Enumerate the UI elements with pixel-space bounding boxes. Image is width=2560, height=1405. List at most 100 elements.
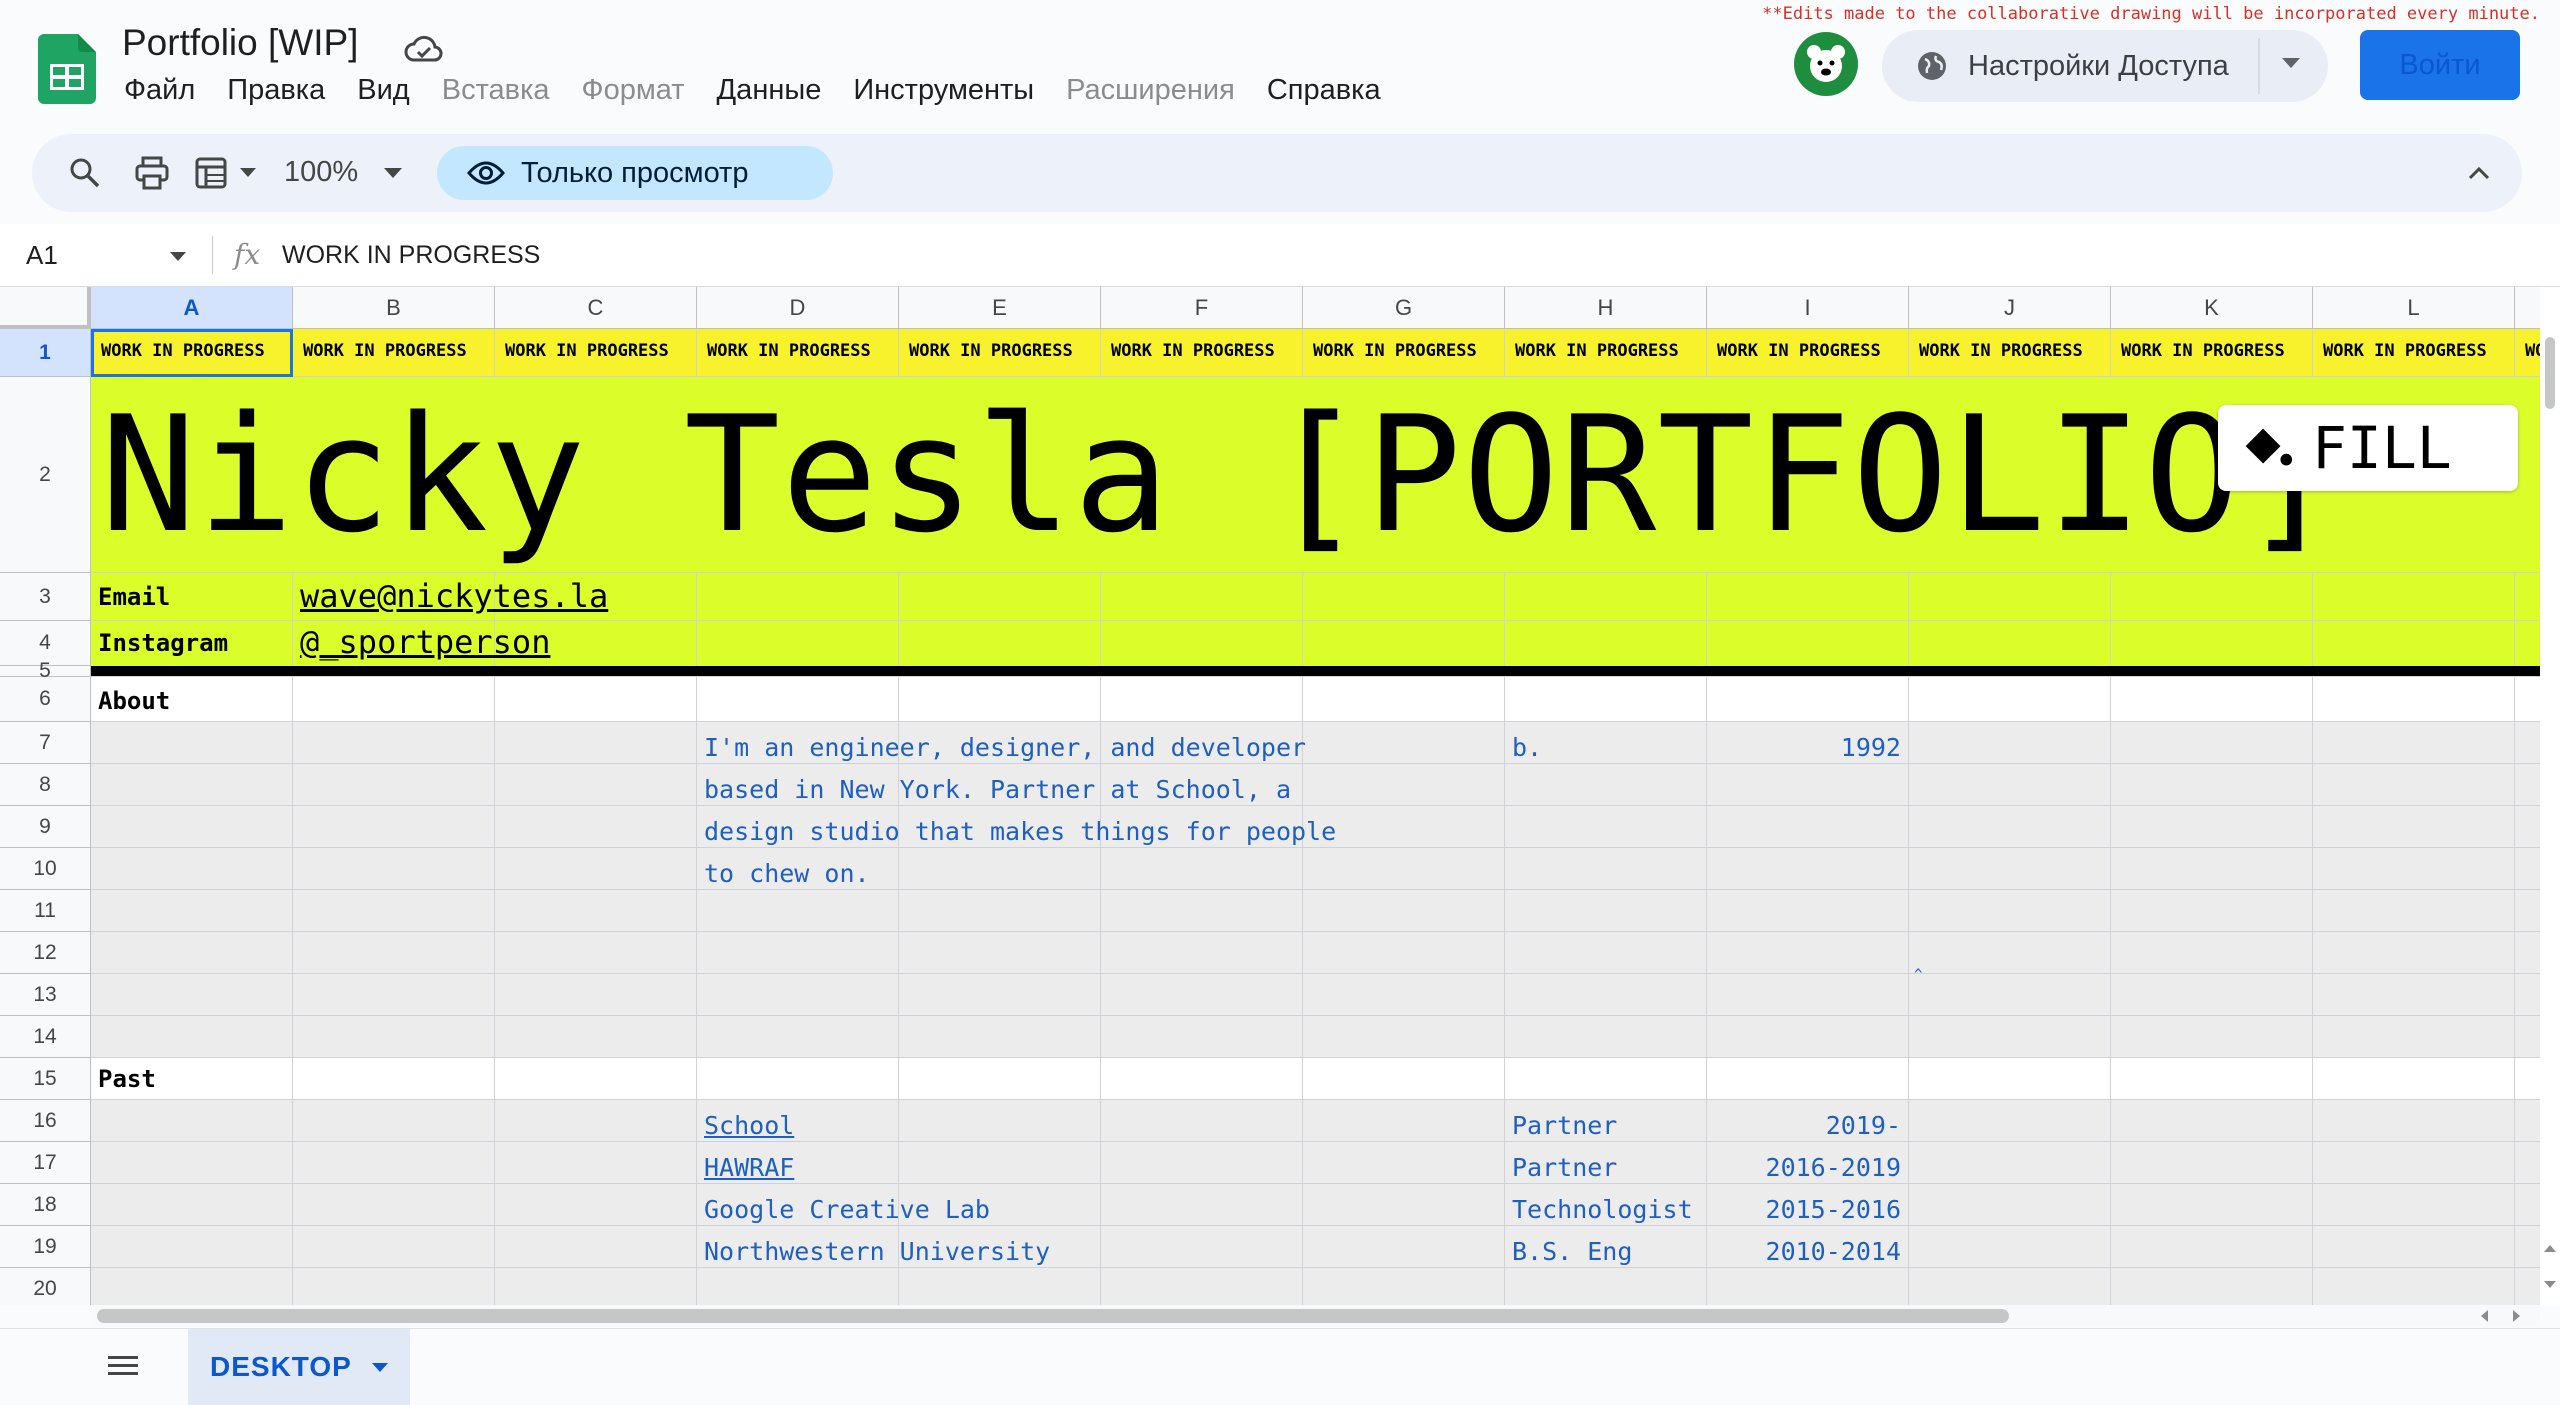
row-header-9[interactable]: 9 <box>0 806 91 848</box>
menu-item[interactable]: Формат <box>582 74 685 107</box>
chevron-down-icon[interactable] <box>240 168 256 177</box>
collab-notice: **Edits made to the collaborative drawin… <box>1762 4 2540 24</box>
chevron-up-icon[interactable] <box>2464 158 2494 188</box>
google-sheets-logo[interactable] <box>38 34 96 104</box>
email-link[interactable]: wave@nickytes.la <box>300 577 608 615</box>
menu-item[interactable]: Файл <box>124 74 195 107</box>
menu-item[interactable]: Правка <box>227 74 325 107</box>
row-header-12[interactable]: 12 <box>0 932 91 974</box>
document-title[interactable]: Portfolio [WIP] <box>122 22 358 64</box>
name-box[interactable]: A1 <box>26 240 58 271</box>
column-header-h[interactable]: H <box>1505 287 1707 329</box>
formula-input[interactable]: WORK IN PROGRESS <box>282 241 540 270</box>
column-header-e[interactable]: E <box>899 287 1101 329</box>
horizontal-scroll-thumb[interactable] <box>97 1309 2009 1323</box>
column-header-m[interactable]: M <box>2515 287 2540 329</box>
menu-item[interactable]: Вставка <box>442 74 550 107</box>
instagram-link[interactable]: @_sportperson <box>300 623 550 661</box>
about-text-line[interactable]: to chew on. <box>704 859 870 888</box>
row-header-7[interactable]: 7 <box>0 722 91 764</box>
row-header-20[interactable]: 20 <box>0 1268 91 1305</box>
vertical-scrollbar[interactable] <box>2540 287 2560 1305</box>
past-years: 2016-2019 <box>1765 1153 1901 1182</box>
wip-cell-l[interactable]: WORK IN PROGRESS <box>2323 341 2513 361</box>
vertical-scroll-thumb[interactable] <box>2545 337 2555 409</box>
horizontal-scrollbar[interactable] <box>91 1305 2540 1327</box>
zoom-level[interactable]: 100% <box>284 156 358 189</box>
menu-item[interactable]: Данные <box>717 74 822 107</box>
scroll-up-arrow-icon[interactable] <box>2544 1245 2556 1252</box>
spreadsheet-grid[interactable]: ABCDEFGHIJKLM 12345678910111213141516171… <box>0 287 2540 1305</box>
row-header-5[interactable]: 5 <box>0 659 91 682</box>
row-header-17[interactable]: 17 <box>0 1142 91 1184</box>
wip-cell-f[interactable]: WORK IN PROGRESS <box>1111 341 1301 361</box>
menu-item[interactable]: Справка <box>1267 74 1381 107</box>
wip-cell-g[interactable]: WORK IN PROGRESS <box>1313 341 1503 361</box>
portfolio-title[interactable]: Nicky Tesla [PORTFOLIO] <box>100 395 2339 555</box>
print-icon[interactable] <box>134 156 170 190</box>
chevron-down-icon[interactable] <box>170 252 186 261</box>
wip-cell-e[interactable]: WORK IN PROGRESS <box>909 341 1099 361</box>
chevron-down-icon[interactable] <box>2282 58 2300 68</box>
wip-cell-i[interactable]: WORK IN PROGRESS <box>1717 341 1907 361</box>
gridline <box>91 1099 2540 1100</box>
wip-cell-a[interactable]: WORK IN PROGRESS <box>101 341 291 361</box>
share-settings-button[interactable]: Настройки Доступа <box>1882 30 2328 102</box>
row-header-8[interactable]: 8 <box>0 764 91 806</box>
row-header-15[interactable]: 15 <box>0 1058 91 1100</box>
column-header-b[interactable]: B <box>293 287 495 329</box>
row-header-2[interactable]: 2 <box>0 377 91 573</box>
past-org[interactable]: HAWRAF <box>704 1153 794 1182</box>
gridline <box>2312 677 2313 1305</box>
select-all-corner[interactable] <box>0 287 91 329</box>
view-only-button[interactable]: Только просмотр <box>437 146 833 200</box>
search-icon[interactable] <box>68 156 102 190</box>
scroll-right-arrow-icon[interactable] <box>2513 1310 2520 1322</box>
about-text-line[interactable]: I'm an engineer, designer, and developer <box>704 733 1306 762</box>
past-role: Technologist <box>1512 1195 1693 1224</box>
column-header-l[interactable]: L <box>2313 287 2515 329</box>
row-header-14[interactable]: 14 <box>0 1016 91 1058</box>
column-header-k[interactable]: K <box>2111 287 2313 329</box>
column-header-g[interactable]: G <box>1303 287 1505 329</box>
sheet-tab-desktop[interactable]: DESKTOP <box>188 1329 410 1405</box>
column-header-j[interactable]: J <box>1909 287 2111 329</box>
wip-cell-j[interactable]: WORK IN PROGRESS <box>1919 341 2109 361</box>
zoom-chevron-down-icon[interactable] <box>384 168 402 178</box>
column-header-f[interactable]: F <box>1101 287 1303 329</box>
fill-button[interactable]: FILL <box>2218 405 2518 491</box>
row-header-18[interactable]: 18 <box>0 1184 91 1226</box>
wip-cell-c[interactable]: WORK IN PROGRESS <box>505 341 695 361</box>
wip-cell-h[interactable]: WORK IN PROGRESS <box>1515 341 1705 361</box>
row-header-1[interactable]: 1 <box>0 329 91 377</box>
row-header-16[interactable]: 16 <box>0 1100 91 1142</box>
menu-item[interactable]: Расширения <box>1066 74 1235 107</box>
menu-item[interactable]: Вид <box>357 74 409 107</box>
scroll-left-arrow-icon[interactable] <box>2481 1310 2488 1322</box>
column-header-c[interactable]: C <box>495 287 697 329</box>
avatar[interactable] <box>1794 32 1858 96</box>
row-header-11[interactable]: 11 <box>0 890 91 932</box>
row-header-19[interactable]: 19 <box>0 1226 91 1268</box>
past-org[interactable]: School <box>704 1111 794 1140</box>
wip-cell-k[interactable]: WORK IN PROGRESS <box>2121 341 2311 361</box>
all-sheets-menu-icon[interactable] <box>108 1353 138 1379</box>
cloud-saved-icon[interactable] <box>404 34 444 64</box>
wip-cell-b[interactable]: WORK IN PROGRESS <box>303 341 493 361</box>
menu-item[interactable]: Инструменты <box>853 74 1034 107</box>
column-header-a[interactable]: A <box>91 287 293 329</box>
scroll-down-arrow-icon[interactable] <box>2544 1281 2556 1288</box>
wip-cell-m[interactable]: WORK IN PROGRESS <box>2525 341 2540 361</box>
row-header-6[interactable]: 6 <box>0 677 91 722</box>
wip-cell-d[interactable]: WORK IN PROGRESS <box>707 341 897 361</box>
chevron-down-icon[interactable] <box>371 1362 388 1372</box>
row-header-13[interactable]: 13 <box>0 974 91 1016</box>
about-text-line[interactable]: design studio that makes things for peop… <box>704 817 1336 846</box>
column-header-i[interactable]: I <box>1707 287 1909 329</box>
row-header-3[interactable]: 3 <box>0 573 91 621</box>
login-button[interactable]: Войти <box>2360 30 2520 100</box>
column-header-d[interactable]: D <box>697 287 899 329</box>
paint-format-icon[interactable] <box>194 156 228 190</box>
row-header-10[interactable]: 10 <box>0 848 91 890</box>
about-text-line[interactable]: based in New York. Partner at School, a <box>704 775 1291 804</box>
